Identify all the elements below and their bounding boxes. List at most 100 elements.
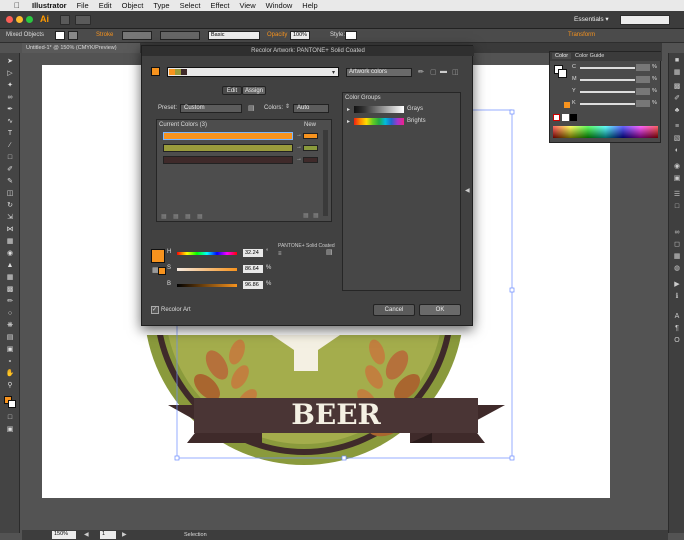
graphic-styles-icon[interactable]: ▣ (672, 175, 682, 183)
menu-view[interactable]: View (239, 1, 255, 10)
opacity-label[interactable]: Opacity (267, 32, 287, 38)
opacity-field[interactable]: 100% (290, 31, 310, 40)
align-icon[interactable]: ▦ (672, 253, 682, 261)
pencil-tool-icon[interactable]: ✎ (5, 177, 15, 185)
eyedropper-tool-icon[interactable]: ✏ (5, 297, 15, 305)
white-swatch[interactable] (562, 114, 569, 121)
black-swatch[interactable] (570, 114, 577, 121)
stroke-color-proxy[interactable] (558, 69, 567, 78)
randomize-order-icon[interactable]: ▦ (303, 212, 309, 219)
tab-color-guide[interactable]: Color Guide (572, 53, 607, 59)
menu-object[interactable]: Object (122, 1, 144, 10)
cyan-slider-row[interactable]: C% (572, 64, 657, 72)
pathfinder-icon[interactable]: ◍ (672, 265, 682, 273)
tab-edit[interactable]: Edit (222, 86, 242, 95)
stroke-label[interactable]: Stroke (96, 32, 113, 38)
out-of-gamut-swatch[interactable] (564, 102, 570, 108)
line-tool-icon[interactable]: ∕ (5, 141, 15, 149)
transparency-icon[interactable]: ◐ (672, 147, 682, 155)
menu-help[interactable]: Help (302, 1, 317, 10)
color-panel-icon[interactable]: ■ (672, 57, 682, 65)
artwork-colors-field[interactable]: Artwork colors (346, 68, 412, 77)
stroke-weight-field[interactable] (122, 31, 152, 40)
active-color-swatch[interactable] (151, 67, 160, 76)
black-slider-row[interactable]: K% (572, 100, 657, 108)
harmony-colors-strip[interactable] (167, 67, 339, 77)
color-group-brights[interactable]: ▸ Brights (346, 117, 461, 126)
stroke-color-indicator[interactable] (8, 400, 16, 408)
layers-icon[interactable]: ☰ (672, 191, 682, 199)
bridge-button[interactable] (60, 15, 70, 25)
first-artboard-icon[interactable]: ◀ (84, 531, 89, 538)
color-guide-icon[interactable]: ▦ (672, 69, 682, 77)
tab-color[interactable]: Color (552, 53, 572, 59)
scale-tool-icon[interactable]: ⇲ (5, 213, 15, 221)
delete-group-icon[interactable]: ◫ (452, 68, 459, 76)
screen-mode-icon[interactable]: ▣ (5, 425, 15, 433)
eyedropper-icon[interactable]: ✏ (418, 68, 424, 76)
shape-builder-tool-icon[interactable]: ◉ (5, 249, 15, 257)
magic-wand-tool-icon[interactable]: ✦ (5, 81, 15, 89)
menu-illustrator[interactable]: Illustrator (32, 1, 67, 10)
colors-stepper-icon[interactable]: ⇕ (285, 103, 290, 110)
lasso-tool-icon[interactable]: ∞ (5, 93, 15, 101)
pen-tool-icon[interactable]: ✒ (5, 105, 15, 113)
brushes-icon[interactable]: ✐ (672, 95, 682, 103)
rotate-tool-icon[interactable]: ↻ (5, 201, 15, 209)
selection-tool-icon[interactable]: ➤ (5, 57, 15, 65)
perspective-grid-tool-icon[interactable]: ▲ (5, 261, 15, 269)
drawing-modes-icon[interactable]: □ (5, 413, 15, 421)
color-spectrum-bar[interactable] (553, 126, 658, 138)
zoom-field[interactable]: 150% (52, 531, 76, 539)
blend-tool-icon[interactable]: ○ (5, 309, 15, 317)
none-swatch[interactable] (553, 114, 560, 121)
artboard-tool-icon[interactable]: ▣ (5, 345, 15, 353)
swatches-icon[interactable]: ▩ (672, 83, 682, 91)
appearance-icon[interactable]: ◉ (672, 163, 682, 171)
stroke-icon[interactable]: ≡ (672, 123, 682, 131)
transform-label[interactable]: Transform (568, 32, 595, 38)
preset-dropdown[interactable]: Custom (180, 104, 242, 113)
limit-library-icon[interactable]: ▤ (326, 248, 333, 256)
document-tab[interactable]: Untitled-1* @ 150% (CMYK/Preview) (22, 43, 140, 53)
selected-color-preview[interactable] (151, 249, 165, 263)
library-options-icon[interactable]: ≡ (278, 251, 282, 257)
magenta-slider-row[interactable]: M% (572, 76, 657, 84)
direct-selection-tool-icon[interactable]: ▷ (5, 69, 15, 77)
colors-scrollbar[interactable] (323, 130, 328, 216)
slice-tool-icon[interactable]: ∘ (5, 357, 15, 365)
gradient-tool-icon[interactable]: ▩ (5, 285, 15, 293)
yellow-slider-row[interactable]: Y% (572, 88, 657, 96)
gamut-swatch[interactable] (158, 267, 166, 275)
tab-assign[interactable]: Assign (242, 86, 266, 95)
artboard-number-field[interactable]: 1 (100, 531, 116, 539)
document-info-icon[interactable]: ℹ (672, 293, 682, 301)
symbols-icon[interactable]: ♣ (672, 107, 682, 115)
menu-file[interactable]: File (77, 1, 89, 10)
cancel-button[interactable]: Cancel (373, 304, 415, 316)
harmony-dropdown-icon[interactable]: ▾ (332, 69, 335, 76)
width-tool-icon[interactable]: ⋈ (5, 225, 15, 233)
menu-edit[interactable]: Edit (99, 1, 112, 10)
variable-width-profile[interactable] (160, 31, 200, 40)
close-window-button[interactable] (6, 16, 13, 23)
zoom-tool-icon[interactable]: ⚲ (5, 381, 15, 389)
stroke-swatch[interactable] (68, 31, 78, 40)
separate-colors-icon[interactable]: ▦ (173, 213, 179, 220)
recolor-art-checkbox[interactable]: ✓ (151, 306, 159, 314)
type-tool-icon[interactable]: T (5, 129, 15, 137)
eraser-tool-icon[interactable]: ◫ (5, 189, 15, 197)
workspace-switcher[interactable]: Essentials ▾ (574, 15, 609, 23)
column-graph-tool-icon[interactable]: ▤ (5, 333, 15, 341)
menu-select[interactable]: Select (180, 1, 201, 10)
merge-colors-icon[interactable]: ▦ (161, 213, 167, 220)
links-icon[interactable]: ∞ (672, 229, 682, 237)
rectangle-tool-icon[interactable]: □ (5, 153, 15, 161)
menu-type[interactable]: Type (153, 1, 169, 10)
transform-icon[interactable]: ◻ (672, 241, 682, 249)
save-group-icon[interactable]: ▢ (430, 68, 437, 76)
randomize-saturation-icon[interactable]: ▦ (313, 212, 319, 219)
preset-options-icon[interactable]: ▤ (248, 104, 255, 112)
actions-icon[interactable]: ▶ (672, 281, 682, 289)
curvature-tool-icon[interactable]: ∿ (5, 117, 15, 125)
